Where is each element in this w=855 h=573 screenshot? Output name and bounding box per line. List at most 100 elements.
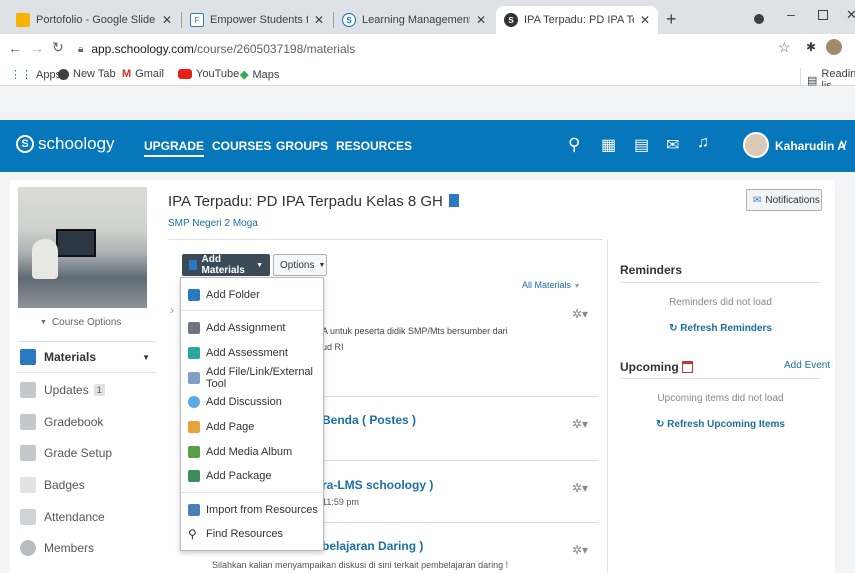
tab-ipa-terpadu[interactable]: S IPA Terpadu: PD IPA Terpadu Kela ✕	[496, 6, 658, 34]
url-host: app.schoology.com	[91, 42, 194, 56]
user-name[interactable]: Kaharudin A	[775, 139, 846, 153]
sidebar-item-badges[interactable]: Badges	[18, 469, 156, 501]
apps-icon[interactable]: ▦	[601, 135, 616, 155]
calendar-icon[interactable]	[681, 361, 693, 373]
sidebar-item-attendance[interactable]: Attendance	[18, 501, 156, 533]
refresh-icon: ↻	[656, 419, 665, 430]
gear-icon[interactable]: ✲▾	[572, 481, 588, 495]
row4-description: Silahkan kalian menyampaikan diskusi di …	[212, 560, 509, 570]
calendar-icon[interactable]: ▤	[634, 135, 649, 155]
star-icon[interactable]: ☆	[778, 39, 791, 56]
messages-icon[interactable]: ✉	[666, 135, 679, 155]
schoology-header: S schoology UPGRADE COURSES GROUPS RESOU…	[0, 120, 855, 172]
tab-lms[interactable]: S Learning Management System | ✕	[334, 6, 494, 34]
nav-upgrade[interactable]: UPGRADE	[144, 139, 205, 157]
refresh-reminders-link[interactable]: ↻ Refresh Reminders	[620, 323, 821, 334]
row-divider	[322, 522, 598, 523]
user-avatar[interactable]	[743, 132, 769, 158]
menu-import-from-resources[interactable]: Import from Resources	[188, 498, 320, 522]
apps-grid-icon: ⋮⋮	[10, 69, 32, 81]
course-options[interactable]: ▼ Course Options	[40, 317, 121, 328]
all-materials-filter[interactable]: All Materials ▼	[522, 280, 580, 290]
add-event-link[interactable]: Add Event	[784, 360, 830, 371]
course-profile-image[interactable]	[18, 187, 147, 308]
close-tab-icon[interactable]: ✕	[162, 13, 172, 27]
sidebar-item-gradebook[interactable]: Gradebook	[18, 406, 156, 438]
menu-add-page[interactable]: Add Page	[188, 415, 320, 439]
row1-description-2: ud RI	[322, 342, 344, 352]
notifications-button[interactable]: ✉ Notifications	[746, 189, 822, 211]
lock-icon: 🔒︎	[78, 43, 84, 55]
bookmark-new-tab[interactable]: New Tab	[58, 68, 116, 80]
add-materials-button[interactable]: Add Materials ▼	[182, 254, 270, 276]
gear-icon[interactable]: ✲▾	[572, 307, 588, 321]
envelope-icon: ✉	[753, 194, 762, 206]
menu-add-media-album[interactable]: Add Media Album	[188, 440, 320, 464]
maximize-icon[interactable]	[818, 10, 828, 20]
nav-resources[interactable]: RESOURCES	[336, 139, 412, 153]
new-tab-icon[interactable]: +	[666, 9, 677, 30]
nav-groups[interactable]: GROUPS	[276, 139, 328, 153]
sidebar-item-members[interactable]: Members	[18, 532, 156, 564]
bookmark-gmail[interactable]: M Gmail	[122, 68, 164, 80]
minimize-icon[interactable]: –	[787, 6, 795, 22]
menu-add-assessment[interactable]: Add Assessment	[188, 341, 320, 365]
menu-add-package[interactable]: Add Package	[188, 464, 320, 488]
menu-add-folder[interactable]: Add Folder	[188, 283, 320, 307]
tab-portofolio[interactable]: Portofolio - Google Slide ✕	[8, 6, 180, 34]
divider	[168, 239, 603, 240]
schoology-logo[interactable]: S schoology	[16, 134, 115, 154]
gradebook-icon	[20, 414, 36, 430]
file-link-icon	[188, 372, 200, 384]
profile-dot-icon[interactable]	[754, 14, 764, 24]
menu-add-assignment[interactable]: Add Assignment	[188, 316, 320, 340]
address-bar[interactable]: 🔒︎ app.schoology.com/course/2605037198/m…	[78, 38, 758, 60]
close-tab-icon[interactable]: ✕	[640, 13, 650, 27]
tab-empower[interactable]: F Empower Students to Do Their B ✕	[182, 6, 332, 34]
package-icon	[188, 470, 200, 482]
search-icon[interactable]: ⚲	[568, 135, 580, 155]
refresh-upcoming-link[interactable]: ↻ Refresh Upcoming Items	[620, 419, 821, 430]
menu-find-resources[interactable]: ⚲ Find Resources	[188, 522, 320, 546]
student-figure	[32, 239, 58, 279]
bookmark-youtube[interactable]: YouTube	[178, 68, 239, 80]
sidebar-item-updates[interactable]: Updates 1	[18, 374, 156, 406]
gear-icon[interactable]: ✲▾	[572, 543, 588, 557]
back-icon[interactable]: ←	[8, 40, 22, 56]
extensions-icon[interactable]: ✱	[806, 40, 816, 54]
course-info-icon[interactable]	[449, 194, 460, 207]
badges-icon	[20, 477, 36, 493]
menu-add-file-link[interactable]: Add File/Link/External Tool	[188, 366, 320, 390]
bookmark-apps[interactable]: ⋮⋮ Apps	[10, 68, 61, 82]
caret-down-icon: ▼	[573, 283, 581, 290]
notifications-bell-icon[interactable]: ♫	[697, 134, 709, 152]
chevron-down-icon[interactable]: ∨	[839, 136, 849, 152]
close-tab-icon[interactable]: ✕	[314, 13, 324, 27]
assessment-icon	[188, 347, 200, 359]
close-tab-icon[interactable]: ✕	[476, 13, 486, 27]
school-link[interactable]: SMP Negeri 2 Moga	[168, 218, 258, 229]
search-icon: ⚲	[188, 527, 197, 541]
nav-courses[interactable]: COURSES	[212, 139, 271, 153]
profile-avatar-icon[interactable]	[826, 39, 842, 55]
schoology-icon: S	[342, 13, 356, 27]
gear-icon[interactable]: ✲▾	[572, 417, 588, 431]
bookmark-maps[interactable]: ◆ Maps	[240, 68, 279, 82]
add-materials-icon	[189, 260, 198, 270]
forward-icon[interactable]: →	[30, 40, 44, 56]
row-divider	[322, 396, 598, 397]
row3-title[interactable]: ra-LMS schoology )	[322, 478, 433, 492]
menu-add-discussion[interactable]: Add Discussion	[188, 390, 320, 414]
browser-tab-bar: Portofolio - Google Slide ✕ F Empower St…	[0, 0, 855, 34]
menu-divider	[181, 492, 323, 493]
menu-divider	[181, 310, 323, 311]
row1-description: A untuk peserta didik SMP/Mts bersumber …	[322, 326, 508, 336]
options-button[interactable]: Options ▼	[273, 254, 327, 276]
reload-icon[interactable]: ↻	[52, 39, 64, 56]
row4-title[interactable]: belajaran Daring )	[322, 539, 423, 553]
sidebar-item-materials[interactable]: Materials ▼	[18, 341, 156, 373]
chevron-right-icon[interactable]: ›	[170, 303, 174, 317]
sidebar-item-grade-setup[interactable]: Grade Setup	[18, 437, 156, 469]
close-window-icon[interactable]: ✕	[846, 7, 855, 23]
row2-title[interactable]: Benda ( Postes )	[322, 413, 416, 427]
